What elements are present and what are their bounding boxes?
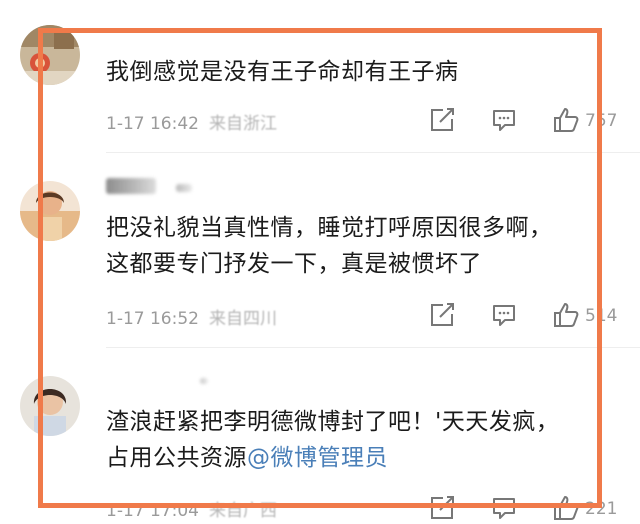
avatar[interactable] [20,376,80,436]
like-count: 757 [585,111,618,131]
avatar[interactable] [20,25,80,85]
like-button[interactable] [552,301,582,331]
username-blurred [176,184,192,192]
username-blurred [106,178,156,194]
comment-location: 来自四川 [208,309,277,329]
divider [106,347,640,348]
share-button[interactable] [428,301,458,331]
mention-link[interactable]: @微博管理员 [247,445,388,471]
comment-button[interactable] [490,301,520,331]
comment-location: 来自广西 [208,501,277,521]
like-count: 221 [585,499,618,519]
thumbs-up-icon [554,496,579,520]
comment-text: 我倒感觉是没有王子命却有王子病 [106,54,606,90]
comment-button[interactable] [490,106,520,136]
like-button[interactable] [552,106,582,136]
comment-time: 1-17 16:52 [106,309,199,329]
share-icon [431,496,454,519]
like-count: 514 [585,306,618,326]
comment-text-line: 渣浪赶紧把李明德微博封了吧！'天天发疯， [106,409,560,435]
comment-meta: 1-17 16:42 来自浙江 [106,109,277,134]
share-button[interactable] [428,106,458,136]
comment-text: 把没礼貌当真性情，睡觉打呼原因很多啊， 这都要专门抒发一下，真是被惯坏了 [106,210,606,282]
comment-actions: 757 [428,106,640,136]
avatar[interactable] [20,181,80,241]
thumbs-up-icon [554,108,579,132]
comment-location: 来自浙江 [208,114,277,134]
comment-text-line: 把没礼貌当真性情，睡觉打呼原因很多啊， [106,215,553,241]
comment-text-line: 我倒感觉是没有王子命却有王子病 [106,59,459,85]
comment-actions: 514 [428,301,640,331]
username-blurred [200,378,208,384]
comment-meta: 1-17 17:04 来自广西 [106,496,277,521]
share-button[interactable] [428,494,458,524]
share-icon [431,303,454,326]
comment-text: 渣浪赶紧把李明德微博封了吧！'天天发疯， 占用公共资源@微博管理员 [106,404,606,476]
like-button[interactable] [552,494,582,524]
comment-meta: 1-17 16:52 来自四川 [106,304,277,329]
comment-actions: 221 [428,494,640,524]
thumbs-up-icon [554,303,579,327]
share-icon [431,108,454,131]
comment-button[interactable] [490,494,520,524]
comment-text-line: 占用公共资源@微博管理员 [106,440,606,476]
comment-icon [493,305,515,326]
comment-icon [493,110,515,131]
divider [106,152,640,153]
comment-time: 1-17 17:04 [106,501,199,521]
comment-time: 1-17 16:42 [106,114,199,134]
comment-text-segment: 占用公共资源 [106,445,247,471]
comment-text-line: 这都要专门抒发一下，真是被惯坏了 [106,251,482,277]
comment-icon [493,498,515,519]
